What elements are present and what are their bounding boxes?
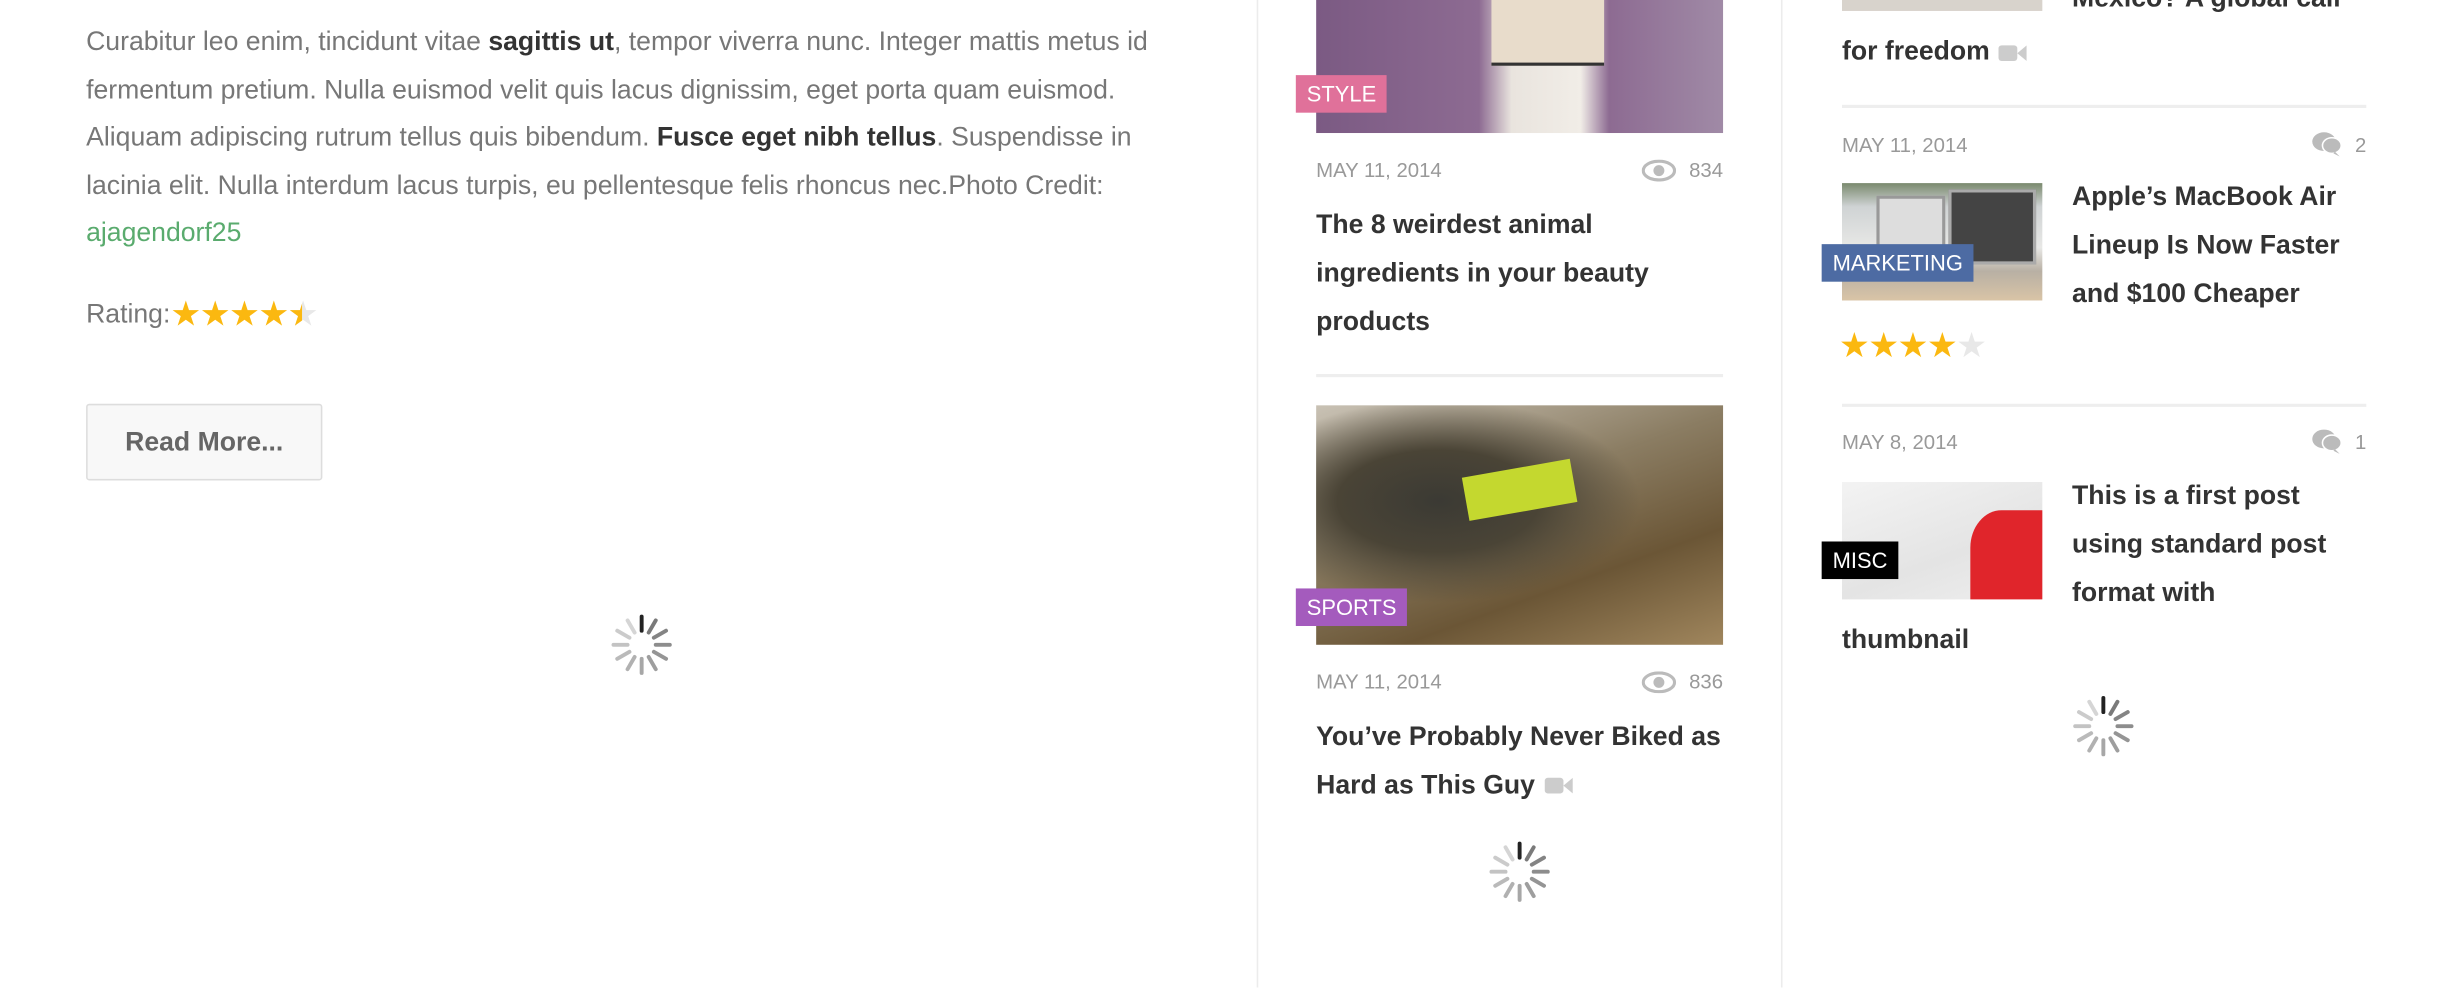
divider bbox=[1316, 374, 1724, 378]
category-badge[interactable]: MARKETING bbox=[1821, 244, 1974, 282]
star-icon: ★ bbox=[1868, 325, 1899, 365]
star-icon: ★ bbox=[1838, 325, 1870, 365]
comment-count: 2 bbox=[2354, 132, 2367, 156]
loading-spinner-icon bbox=[2073, 696, 2134, 757]
view-count: 836 bbox=[1689, 669, 1724, 694]
post-thumbnail[interactable] bbox=[1316, 0, 1724, 134]
rating-stars: ★ ★ ★ ★ ★ bbox=[170, 294, 319, 334]
star-icon: ★ bbox=[1956, 325, 1987, 365]
star-icon: ★ bbox=[1897, 325, 1929, 365]
read-more-button[interactable]: Read More... bbox=[86, 403, 323, 481]
post-meta: MAY 11, 2014 836 bbox=[1316, 670, 1723, 693]
column-divider bbox=[1780, 0, 1783, 988]
comments-icon bbox=[2311, 132, 2342, 157]
star-icon: ★ bbox=[199, 294, 231, 334]
post-date: MAY 11, 2014 bbox=[1316, 669, 1442, 694]
rating: Rating: ★ ★ ★ ★ ★ bbox=[86, 294, 319, 334]
post-meta: MAY 11, 2014 834 bbox=[1316, 158, 1723, 181]
column-divider bbox=[1256, 0, 1259, 988]
eye-icon bbox=[1642, 158, 1677, 181]
photo-credit-link[interactable]: ajagendorf25 bbox=[86, 218, 241, 248]
excerpt-text: Curabitur leo enim, tincidunt vitae bbox=[86, 26, 489, 57]
post-meta: MAY 8, 2014 1 bbox=[1842, 429, 2366, 454]
post-date: MAY 11, 2014 bbox=[1316, 158, 1442, 182]
star-icon: ★ bbox=[258, 294, 289, 334]
video-icon bbox=[1999, 44, 2028, 61]
divider bbox=[1842, 403, 2367, 407]
comments-icon bbox=[2311, 429, 2342, 454]
star-icon: ★ bbox=[1926, 325, 1958, 365]
post-date: MAY 8, 2014 bbox=[1842, 429, 1958, 454]
divider bbox=[1842, 104, 2367, 108]
excerpt-bold: sagittis ut bbox=[488, 26, 614, 57]
post-title-text: You’ve Probably Never Biked as Hard as T… bbox=[1316, 721, 1721, 800]
star-icon: ★ bbox=[288, 297, 319, 332]
post-meta: MAY 11, 2014 2 bbox=[1842, 131, 2367, 157]
rating-stars: ★ ★ ★ ★ ★ bbox=[1838, 325, 1987, 365]
post-title[interactable]: The 8 weirdest animal ingredients in you… bbox=[1316, 202, 1707, 347]
post-title[interactable]: Apple’s MacBook Air Lineup Is Now Faster… bbox=[2072, 174, 2369, 319]
loading-spinner-icon bbox=[611, 614, 672, 675]
rating-label: Rating: bbox=[86, 298, 171, 329]
view-count: 834 bbox=[1689, 158, 1724, 182]
post-title-continued[interactable]: thumbnail bbox=[1842, 617, 1969, 665]
comment-count: 1 bbox=[2354, 429, 2367, 454]
post-title[interactable]: for freedom bbox=[1842, 28, 2028, 76]
post-title-text: for freedom bbox=[1842, 35, 1990, 66]
post-title[interactable]: You’ve Probably Never Biked as Hard as T… bbox=[1316, 714, 1723, 810]
loading-spinner-icon bbox=[1489, 841, 1550, 902]
post-thumbnail[interactable] bbox=[1842, 183, 2043, 301]
category-badge[interactable]: STYLE bbox=[1295, 75, 1388, 113]
article-excerpt: Curabitur leo enim, tincidunt vitae sagi… bbox=[86, 19, 1213, 258]
star-icon: ★ bbox=[229, 294, 260, 334]
category-badge[interactable]: MISC bbox=[1821, 541, 1899, 580]
post-title[interactable]: This is a first post using standard post… bbox=[2072, 473, 2369, 618]
category-badge[interactable]: SPORTS bbox=[1295, 588, 1408, 626]
excerpt-bold: Fusce eget nibh tellus bbox=[656, 122, 937, 153]
video-icon bbox=[1544, 778, 1573, 794]
post-date: MAY 11, 2014 bbox=[1842, 132, 1968, 156]
post-thumbnail[interactable] bbox=[1842, 0, 2043, 11]
star-icon: ★ bbox=[170, 294, 201, 334]
eye-icon bbox=[1642, 670, 1677, 693]
post-title-partial[interactable]: Mexico? A global call bbox=[2072, 0, 2385, 23]
